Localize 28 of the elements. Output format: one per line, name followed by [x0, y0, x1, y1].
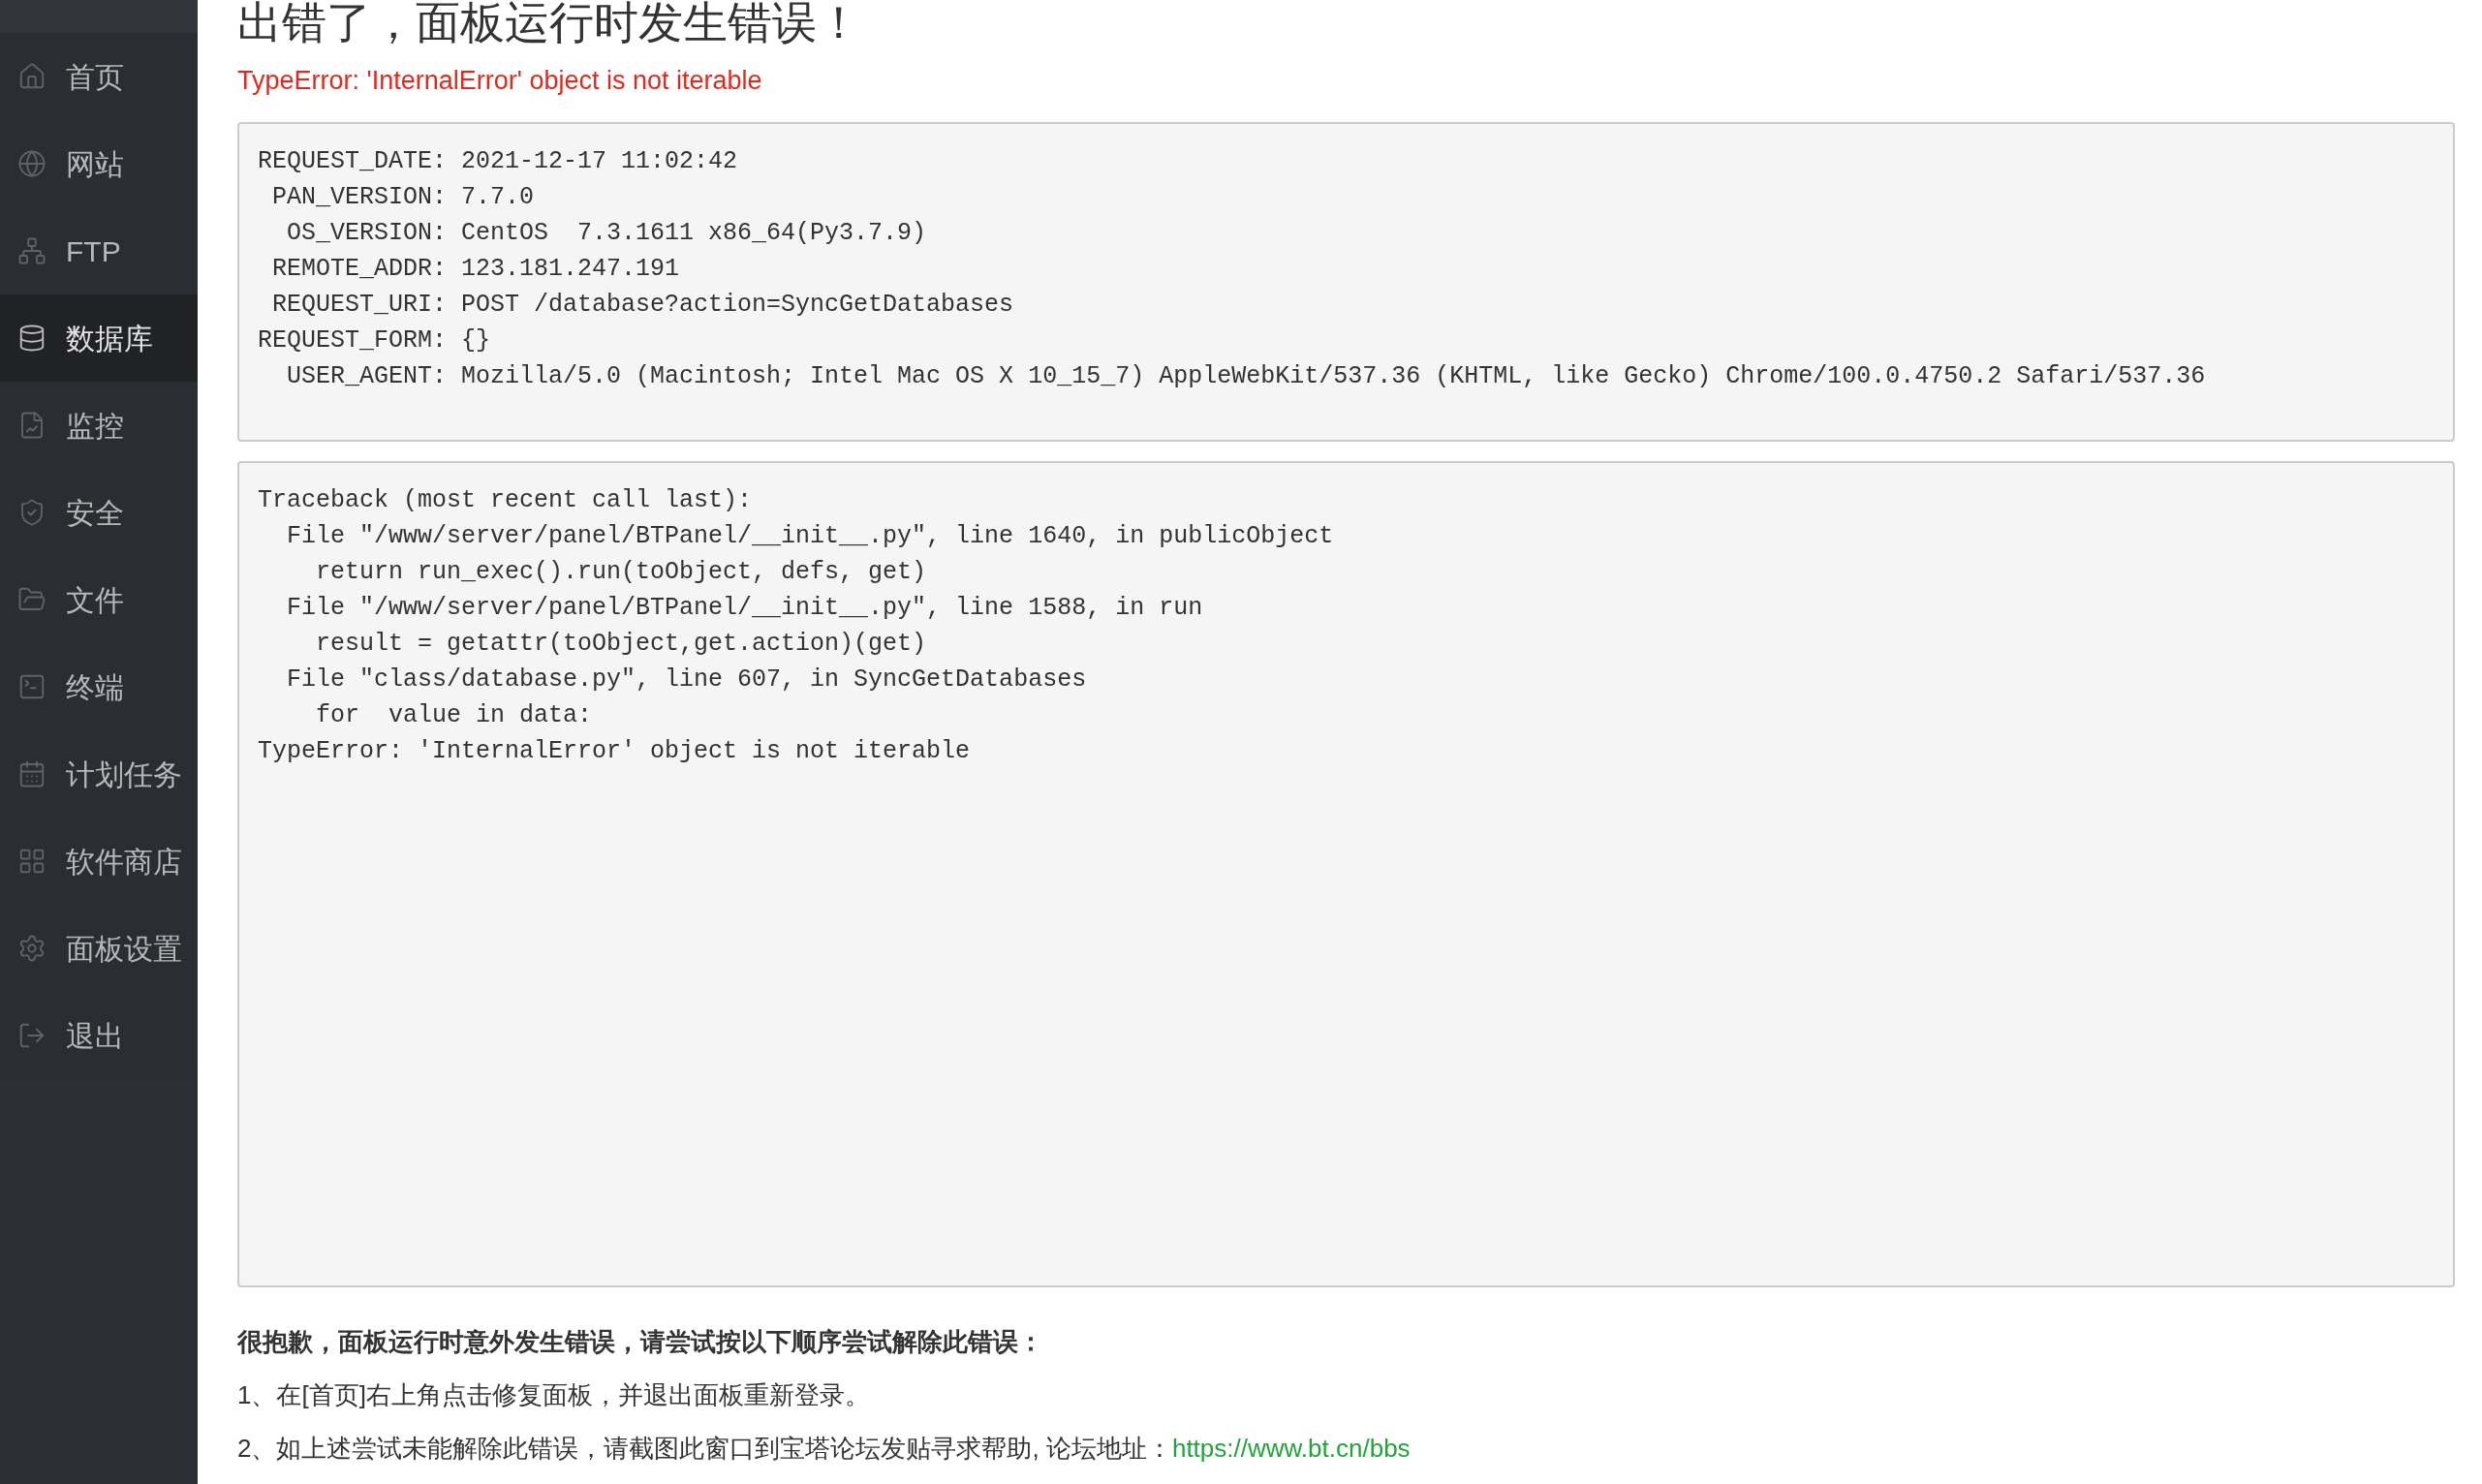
sidebar-item[interactable]: 数据库	[0, 294, 198, 382]
logout-icon	[17, 1021, 47, 1050]
request-info-block: REQUEST_DATE: 2021-12-17 11:02:42 PAN_VERSION: 7.7.0 OS_VERSION: CentOS 7.3.1611 x86_64(Py3.7.9) REMOTE_ADDR: 123.181.247.191 REQUEST_URI: POST /database?action=SyncGetDatabases REQUEST_FORM: {} USER_AGENT: Mozilla/5.0 (Macintosh; Intel Mac OS X 10_15_7) AppleWebKit/537.36 (KHTML, like Gecko) Chrome/100.0.4750.2 Safari/537.36	[237, 121, 2455, 442]
sidebar-item[interactable]: 首页	[0, 33, 198, 120]
help-step: 2、如上述尝试未能解除此错误，请截图此窗口到宝塔论坛发贴寻求帮助, 论坛地址：	[237, 1429, 1172, 1468]
sidebar-item[interactable]: 安全	[0, 469, 198, 556]
settings-icon	[17, 934, 47, 963]
grid-icon	[17, 847, 47, 876]
sidebar-item[interactable]: 面板设置	[0, 905, 198, 992]
calendar-icon	[17, 759, 47, 788]
sidebar-item[interactable]: 文件	[0, 556, 198, 643]
sidebar-item[interactable]: 网站	[0, 120, 198, 207]
error-message: TypeError: 'InternalError' object is not iterable	[237, 65, 762, 97]
home-icon	[17, 62, 47, 91]
globe-icon	[17, 149, 47, 178]
terminal-icon	[17, 672, 47, 701]
sidebar-item[interactable]: 软件商店	[0, 818, 198, 905]
help-step: 1、在[首页]右上角点击修复面板，并退出面板重新登录。	[237, 1376, 870, 1414]
sidebar-item[interactable]: FTP	[0, 207, 198, 294]
sidebar-item[interactable]: 监控	[0, 382, 198, 469]
sidebar-item[interactable]: 退出	[0, 992, 198, 1079]
sidebar-item[interactable]: 终端	[0, 643, 198, 730]
sidebar-item[interactable]: 计划任务	[0, 730, 198, 818]
traceback-block: Traceback (most recent call last): File "/www/server/panel/BTPanel/__init__.py", line 1640, in publicObject return run_exec().run(toObject, defs, get) File "/www/server/panel/BTPanel/__init__.py", line 1588, in run result = getattr(toObject,get.action)(get) File "class/database.py", line 607, in SyncGetDatabases for value in data: TypeError: 'InternalError' object is not iterable	[237, 460, 2455, 1287]
page-heading: 出错了，面板运行时发生错误！	[237, 0, 861, 45]
database-icon	[17, 324, 47, 353]
network-icon	[17, 236, 47, 265]
help-title: 很抱歉，面板运行时意外发生错误，请尝试按以下顺序尝试解除此错误：	[237, 1325, 1043, 1358]
